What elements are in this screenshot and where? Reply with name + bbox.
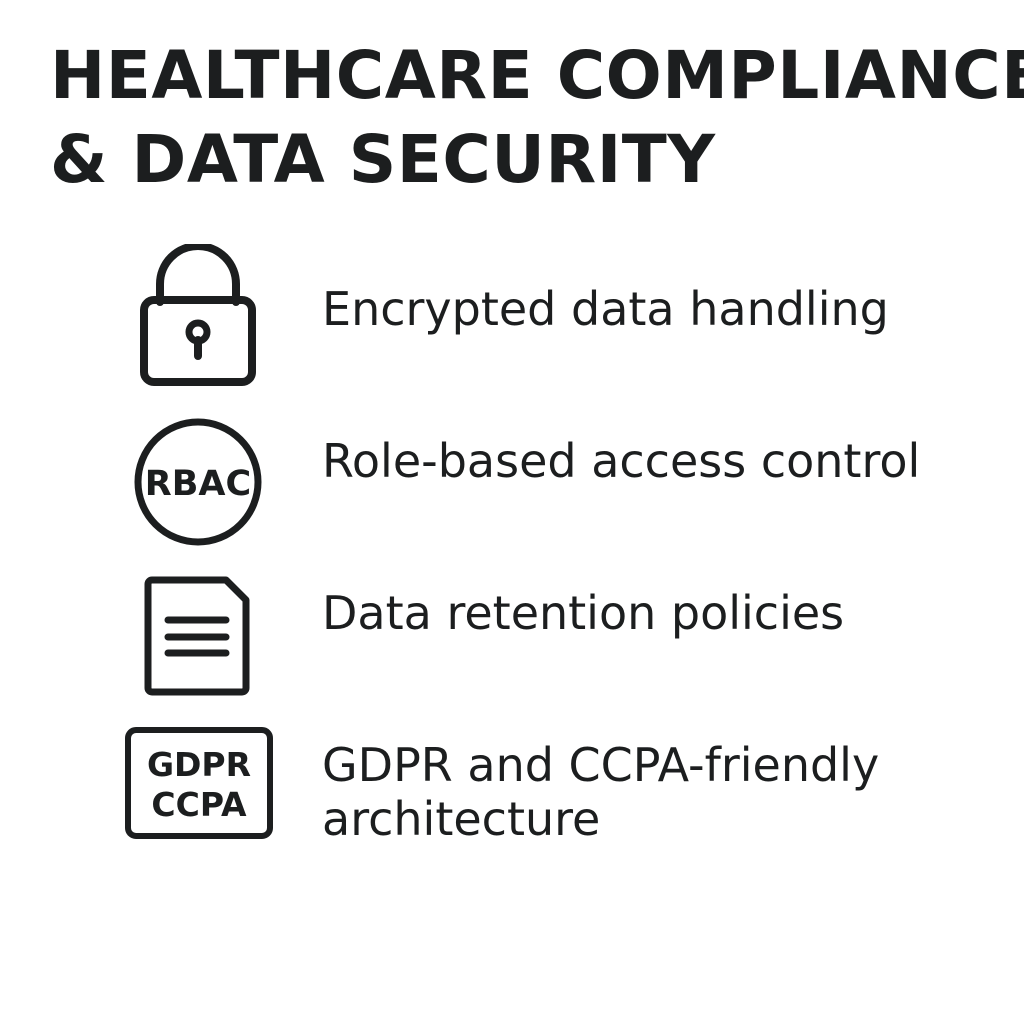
gdpr-ccpa-badge-icon: GDPR CCPA xyxy=(124,726,274,840)
page-title: HEALTHCARE COMPLIANCE & DATA SECURITY xyxy=(50,34,1024,202)
page-title-line-2: & DATA SECURITY xyxy=(50,121,716,198)
rbac-badge-icon: RBAC xyxy=(132,418,264,546)
rbac-badge-text: RBAC xyxy=(145,464,251,504)
page-title-line-1: HEALTHCARE COMPLIANCE xyxy=(50,37,1024,114)
document-icon xyxy=(144,572,254,698)
feature-label-retention: Data retention policies xyxy=(322,586,845,640)
feature-label-gdpr-ccpa-line-1: GDPR and CCPA-friendly xyxy=(322,738,880,792)
ccpa-badge-text: CCPA xyxy=(151,785,247,824)
feature-label-rbac: Role-based access control xyxy=(322,434,921,488)
feature-label-gdpr-ccpa-line-2: architecture xyxy=(322,792,601,846)
feature-label-gdpr-ccpa: GDPR and CCPA-friendly architecture xyxy=(322,738,879,846)
gdpr-badge-text: GDPR xyxy=(147,745,251,784)
feature-label-encrypted: Encrypted data handling xyxy=(322,282,889,336)
lock-icon xyxy=(136,244,260,388)
